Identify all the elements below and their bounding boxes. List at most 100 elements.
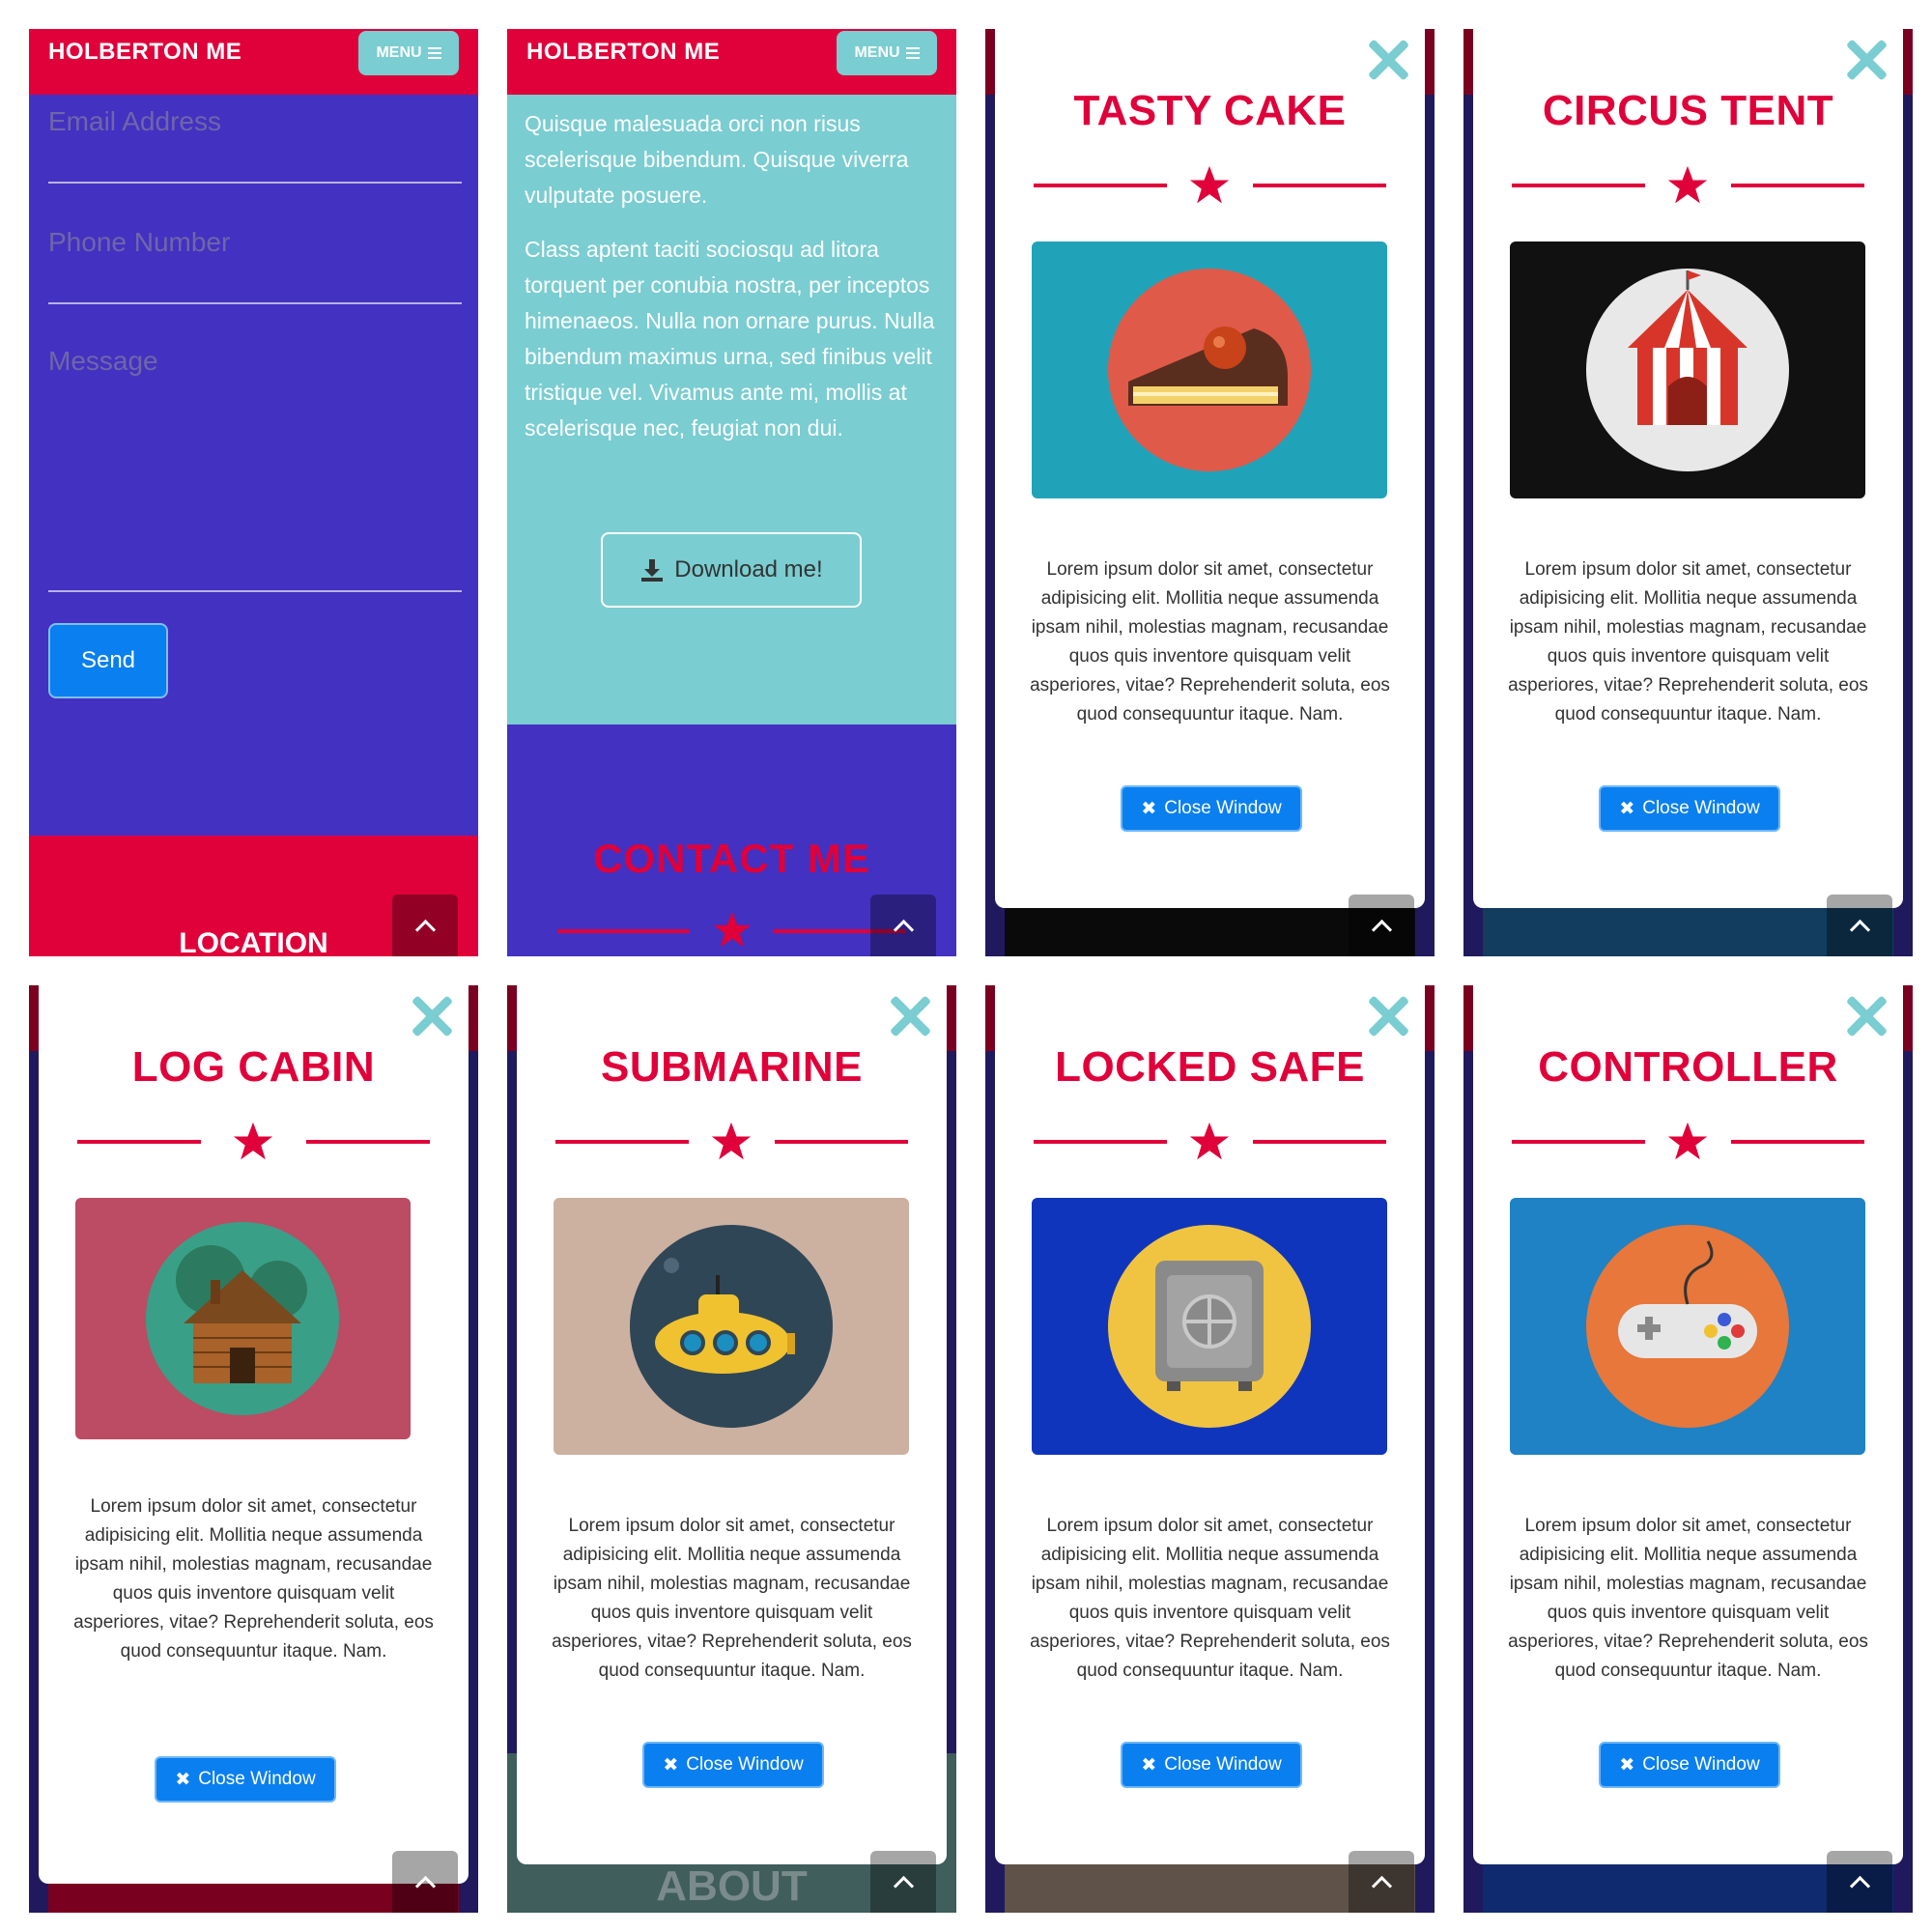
close-window-button[interactable]: ✖ Close Window xyxy=(642,1742,824,1788)
close-icon[interactable] xyxy=(1845,39,1888,81)
close-icon[interactable] xyxy=(1845,995,1888,1037)
close-icon: ✖ xyxy=(1619,1754,1635,1776)
close-window-label: Close Window xyxy=(1642,1754,1760,1775)
hamburger-icon xyxy=(905,47,920,59)
close-window-button[interactable]: ✖ Close Window xyxy=(1121,1742,1302,1788)
scroll-top-button[interactable] xyxy=(1827,1851,1892,1913)
chevron-up-icon xyxy=(1849,919,1870,940)
game-controller-icon xyxy=(1586,1225,1789,1428)
chevron-up-icon xyxy=(1849,1875,1870,1896)
star-icon xyxy=(233,1122,273,1160)
close-icon[interactable] xyxy=(889,995,931,1037)
close-icon[interactable] xyxy=(411,995,453,1037)
phone-field[interactable]: Phone Number xyxy=(48,227,230,258)
modal-description: Lorem ipsum dolor sit amet, consectetur … xyxy=(1508,559,1868,724)
star-icon xyxy=(1189,1122,1230,1160)
send-button[interactable]: Send xyxy=(48,623,168,698)
close-icon: ✖ xyxy=(1141,1754,1157,1776)
close-icon[interactable] xyxy=(1367,39,1409,81)
chevron-up-icon xyxy=(893,919,914,940)
scroll-top-button[interactable] xyxy=(870,895,936,956)
close-window-button[interactable]: ✖ Close Window xyxy=(1599,785,1780,832)
scroll-top-button[interactable] xyxy=(392,1851,458,1913)
email-field[interactable]: Email Address xyxy=(48,106,221,137)
close-window-button[interactable]: ✖ Close Window xyxy=(1121,785,1302,832)
close-icon: ✖ xyxy=(175,1769,191,1790)
star-icon xyxy=(1189,165,1230,204)
modal-screen-circus-tent: CIRCUS TENT Lorem ipsum dolor sit amet, … xyxy=(1463,29,1913,956)
modal-screen-controller: CONTROLLER Lorem ipsum dolor sit amet, c… xyxy=(1463,985,1913,1913)
modal-title: LOG CABIN xyxy=(131,1043,376,1091)
divider-line xyxy=(557,929,690,933)
close-icon: ✖ xyxy=(663,1754,679,1776)
menu-button[interactable]: MENU xyxy=(837,31,937,75)
chevron-up-icon xyxy=(1371,1875,1392,1896)
scroll-top-button[interactable] xyxy=(1349,895,1414,956)
scroll-top-button[interactable] xyxy=(392,895,458,956)
close-window-button[interactable]: ✖ Close Window xyxy=(1599,1742,1780,1788)
modal-image xyxy=(1510,242,1865,498)
close-icon[interactable] xyxy=(1367,995,1409,1037)
cake-icon xyxy=(1108,269,1311,471)
scroll-top-button[interactable] xyxy=(1827,895,1892,956)
modal-image xyxy=(1032,242,1387,498)
chevron-up-icon xyxy=(893,1875,914,1896)
modal-title: TASTY CAKE xyxy=(1073,87,1347,134)
close-window-label: Close Window xyxy=(1164,798,1282,818)
chevron-up-icon xyxy=(414,1875,436,1896)
modal-description: Lorem ipsum dolor sit amet, consectetur … xyxy=(73,1496,434,1662)
circus-tent-icon xyxy=(1586,269,1789,471)
scroll-top-button[interactable] xyxy=(1349,1851,1414,1913)
close-window-label: Close Window xyxy=(1642,798,1760,818)
portfolio-modal: TASTY CAKE Lorem ipsum dolor sit amet, c… xyxy=(995,29,1425,908)
about-paragraph: Quisque malesuada orci non risus sceleri… xyxy=(525,111,909,208)
contact-form-screen: HOLBERTON ME MENU Email Address Phone Nu… xyxy=(29,29,478,956)
message-field-underline xyxy=(48,590,462,592)
star-divider xyxy=(517,1121,947,1163)
star-icon xyxy=(1667,1122,1708,1160)
close-icon: ✖ xyxy=(1619,798,1635,819)
safe-icon xyxy=(1108,1225,1311,1428)
email-field-underline xyxy=(48,182,462,184)
portfolio-modal: LOG CABIN Lorem ipsum dolor sit amet, co… xyxy=(39,985,469,1884)
chevron-up-icon xyxy=(414,919,436,940)
navbar: HOLBERTON ME MENU xyxy=(29,29,478,95)
modal-description: Lorem ipsum dolor sit amet, consectetur … xyxy=(1508,1516,1868,1681)
message-field[interactable]: Message xyxy=(48,346,158,377)
modal-title: SUBMARINE xyxy=(601,1043,863,1091)
modal-description: Lorem ipsum dolor sit amet, consectetur … xyxy=(552,1516,912,1681)
scroll-top-button[interactable] xyxy=(870,1851,936,1913)
modal-image xyxy=(554,1198,909,1455)
about-screen: HOLBERTON ME MENU Quisque malesuada orci… xyxy=(507,29,956,956)
menu-button[interactable]: MENU xyxy=(358,31,459,75)
star-divider xyxy=(1473,1121,1903,1163)
log-cabin-icon xyxy=(146,1222,339,1415)
submarine-icon xyxy=(630,1225,833,1428)
hamburger-icon xyxy=(427,47,441,59)
close-window-button[interactable]: ✖ Close Window xyxy=(155,1756,336,1803)
portfolio-modal: CONTROLLER Lorem ipsum dolor sit amet, c… xyxy=(1473,985,1903,1864)
portfolio-modal: CIRCUS TENT Lorem ipsum dolor sit amet, … xyxy=(1473,29,1903,908)
close-icon: ✖ xyxy=(1141,798,1157,819)
brand-logo[interactable]: HOLBERTON ME xyxy=(526,39,720,66)
brand-logo[interactable]: HOLBERTON ME xyxy=(48,39,242,66)
menu-label: MENU xyxy=(854,44,900,61)
close-window-label: Close Window xyxy=(1164,1754,1282,1775)
chevron-up-icon xyxy=(1371,919,1392,940)
menu-label: MENU xyxy=(376,44,422,61)
modal-image xyxy=(1032,1198,1387,1455)
modal-title: CIRCUS TENT xyxy=(1542,87,1834,134)
modal-screen-tasty-cake: TASTY CAKE Lorem ipsum dolor sit amet, c… xyxy=(985,29,1435,956)
modal-screen-locked-safe: LOCKED SAFE Lorem ipsum dolor sit amet, … xyxy=(985,985,1435,1913)
close-window-label: Close Window xyxy=(686,1754,804,1775)
star-divider xyxy=(39,1121,469,1163)
download-button[interactable]: Download me! xyxy=(601,532,862,608)
modal-image xyxy=(1510,1198,1865,1455)
star-icon xyxy=(713,911,752,948)
contact-title: CONTACT ME xyxy=(593,836,870,881)
download-icon xyxy=(641,559,664,582)
modal-title: LOCKED SAFE xyxy=(1055,1043,1365,1091)
modal-image xyxy=(75,1198,411,1439)
close-window-label: Close Window xyxy=(198,1769,316,1789)
portfolio-modal: LOCKED SAFE Lorem ipsum dolor sit amet, … xyxy=(995,985,1425,1864)
